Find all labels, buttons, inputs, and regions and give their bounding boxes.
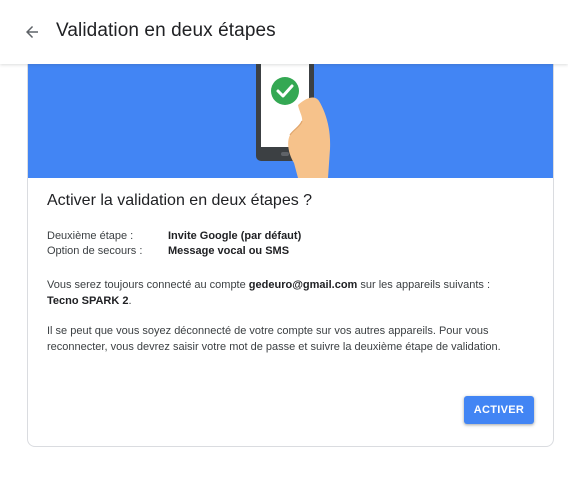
paragraph1-end: . <box>128 295 132 307</box>
backup-option-label: Option de secours : <box>47 245 143 257</box>
second-step-label: Deuxième étape : <box>47 230 134 242</box>
device-name: Tecno SPARK 2 <box>47 295 129 307</box>
account-email: gedeuro@gmail.com <box>248 279 358 291</box>
second-step-value: Invite Google (par défaut) <box>168 230 302 242</box>
activate-button[interactable]: ACTIVER <box>464 396 534 424</box>
paragraph1-suffix: sur les appareils suivants : <box>357 279 490 291</box>
two-step-card: Activer la validation en deux étapes ? D… <box>27 30 554 447</box>
card-heading: Activer la validation en deux étapes ? <box>47 192 313 209</box>
second-step-row: Deuxième étape : Invite Google (par défau… <box>47 230 301 242</box>
paragraph1-prefix: Vous serez toujours connecté au compte <box>47 279 249 291</box>
backup-option-row: Option de secours : Message vocal ou SMS <box>47 245 289 257</box>
top-app-bar: Validation en deux étapes <box>0 0 568 64</box>
page-title: Validation en deux étapes <box>56 20 276 41</box>
connected-devices-text: Vous serez toujours connecté au compte g… <box>47 277 537 309</box>
back-button[interactable] <box>16 16 48 48</box>
signout-warning-text: Il se peut que vous soyez déconnecté de … <box>47 325 501 353</box>
arrow-back-icon <box>26 26 38 38</box>
backup-option-value: Message vocal ou SMS <box>168 245 290 257</box>
